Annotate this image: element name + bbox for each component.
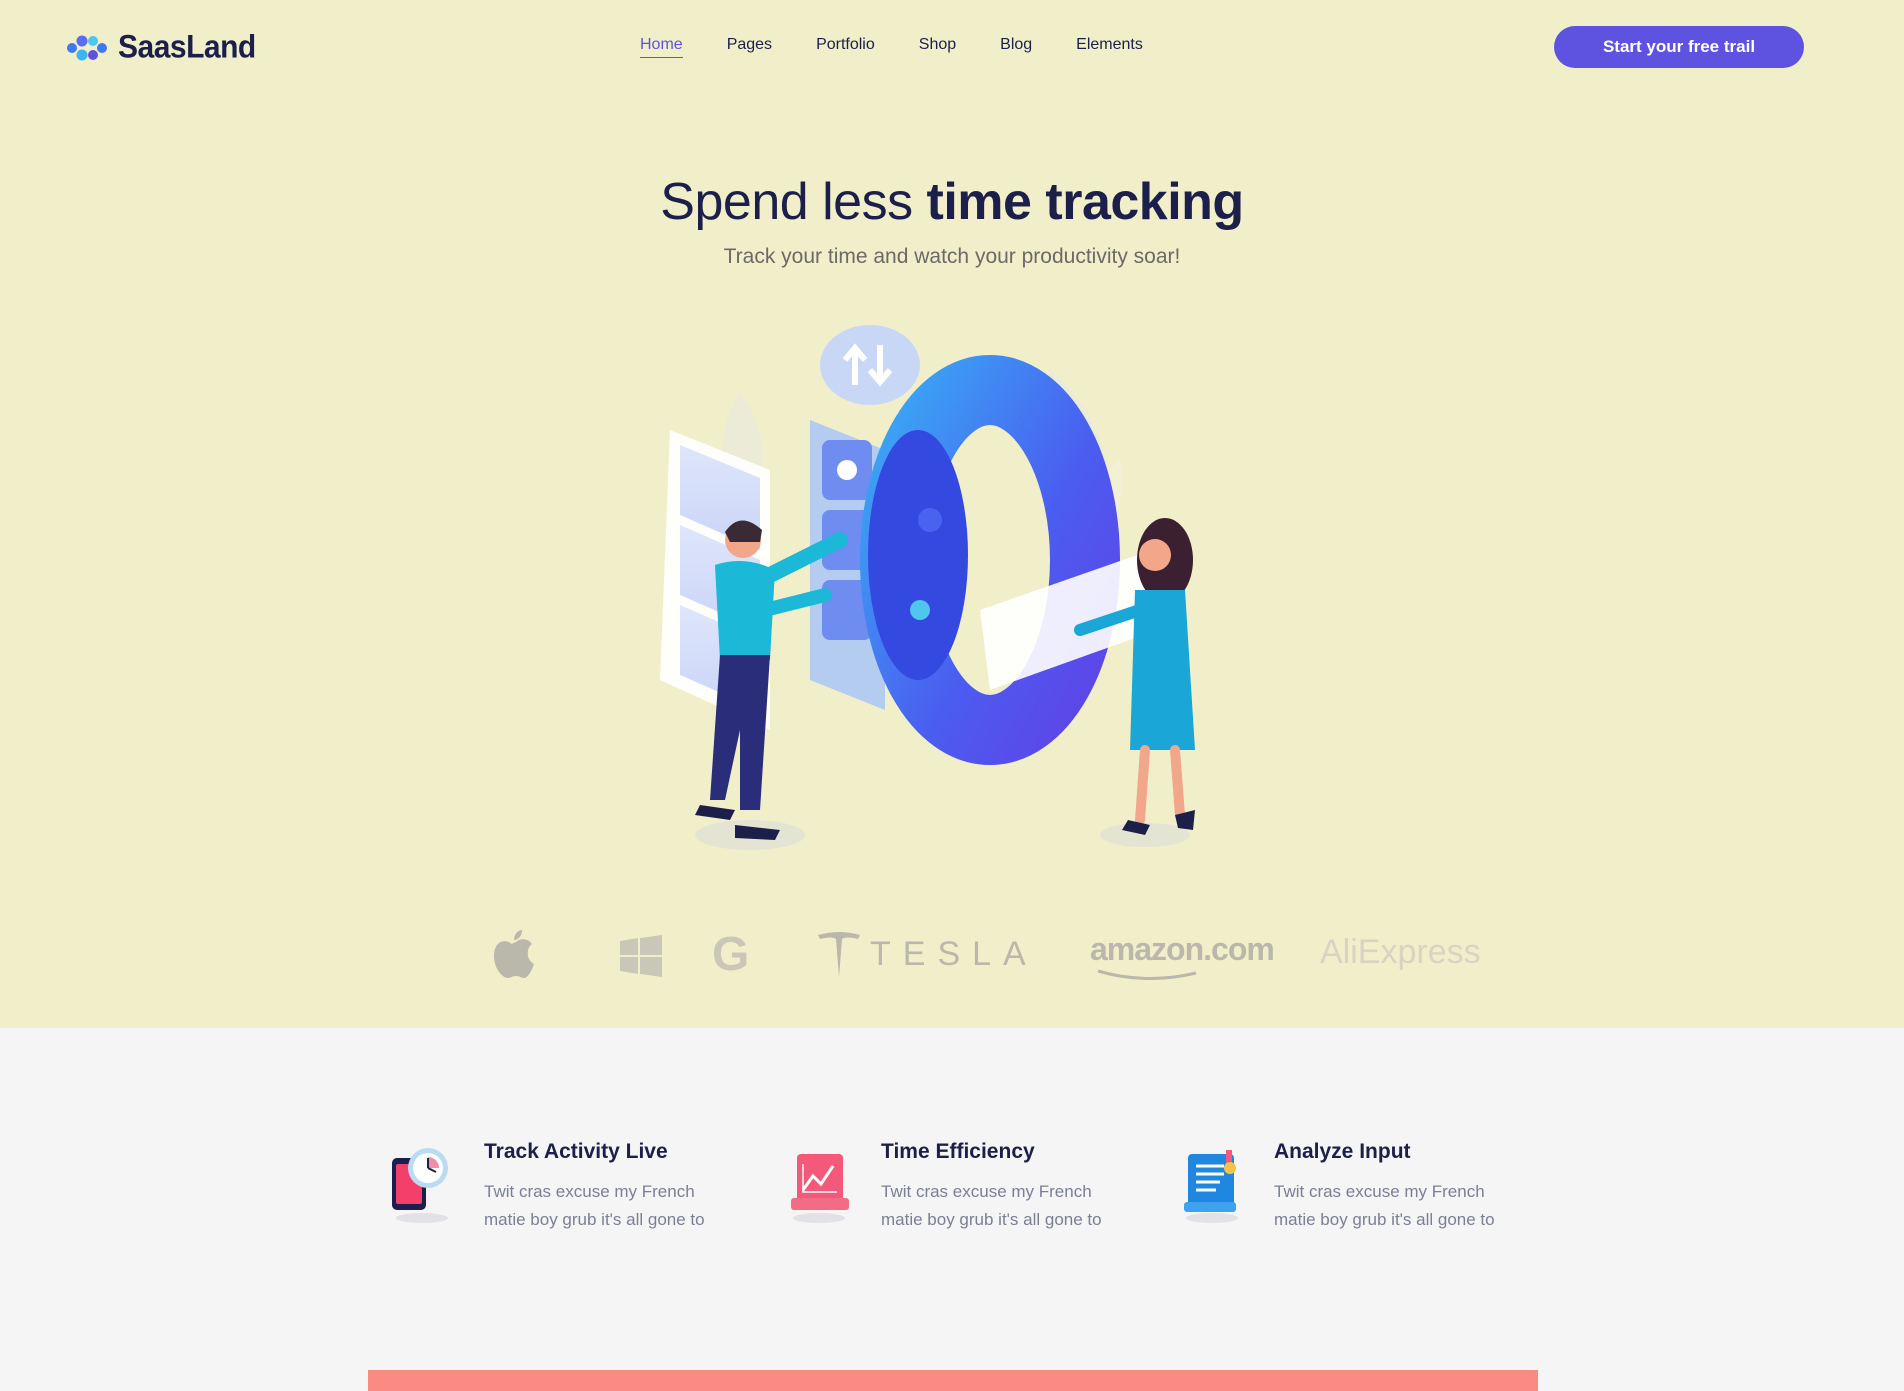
nav-item-portfolio[interactable]: Portfolio: [816, 36, 875, 58]
aliexpress-logo: AliExpress: [1320, 933, 1481, 971]
man-legs: [710, 655, 770, 810]
hero-title-bold: time tracking: [926, 173, 1245, 231]
phone-clock-icon: [392, 1148, 448, 1223]
windows-logo-icon: [620, 935, 662, 977]
amazon-logo: amazon.com: [1090, 931, 1275, 967]
main-nav: Home Pages Portfolio Shop Blog Elements: [640, 36, 1187, 58]
feature-time-efficiency: Time Efficiency Twit cras excuse my Fren…: [783, 1140, 1103, 1250]
feature-analyze-input: Analyze Input Twit cras excuse my French…: [1176, 1140, 1496, 1250]
feature-title: Analyze Input: [1274, 1140, 1411, 1163]
google-logo-icon: G: [712, 928, 750, 981]
time-tracking-illustration: [660, 325, 1195, 850]
hero-subtitle: Track your time and watch your productiv…: [723, 245, 1181, 268]
nav-item-home[interactable]: Home: [640, 36, 683, 58]
amazon-smile-icon: [1097, 969, 1197, 981]
cloud: [820, 325, 920, 405]
feature-description: Twit cras excuse my French matie boy gru…: [1274, 1182, 1495, 1229]
apple-logo-icon: [494, 930, 534, 978]
tesla-wordmark: TESLA: [870, 935, 1038, 973]
start-free-trial-button[interactable]: Start your free trail: [1554, 26, 1804, 68]
saasland-logo-icon: [67, 35, 107, 61]
brand-name: SaasLand: [118, 29, 256, 66]
nav-item-elements[interactable]: Elements: [1076, 36, 1143, 58]
feature-description: Twit cras excuse my French matie boy gru…: [484, 1182, 705, 1229]
feature-title: Time Efficiency: [881, 1140, 1035, 1163]
feature-title: Track Activity Live: [484, 1140, 668, 1163]
nav-item-shop[interactable]: Shop: [919, 36, 956, 58]
hero-section: SaasLand Home Pages Portfolio Shop Blog …: [0, 0, 1904, 1028]
feature-track-activity: Track Activity Live Twit cras excuse my …: [386, 1140, 706, 1250]
nav-item-pages[interactable]: Pages: [727, 36, 772, 58]
hero-title-light: Spend less: [660, 173, 927, 231]
brand-logo[interactable]: SaasLand: [64, 30, 256, 66]
nav-item-blog[interactable]: Blog: [1000, 36, 1032, 58]
chart-board-icon: [791, 1154, 849, 1223]
coral-cta-banner: [368, 1370, 1538, 1391]
document-scroll-icon: [1184, 1150, 1238, 1223]
partner-logos: G TESLA amazon.com AliExpress: [480, 925, 1481, 985]
feature-description: Twit cras excuse my French matie boy gru…: [881, 1182, 1102, 1229]
hero-title: Spend less time tracking: [0, 172, 1904, 232]
tesla-t-icon: [818, 932, 860, 977]
